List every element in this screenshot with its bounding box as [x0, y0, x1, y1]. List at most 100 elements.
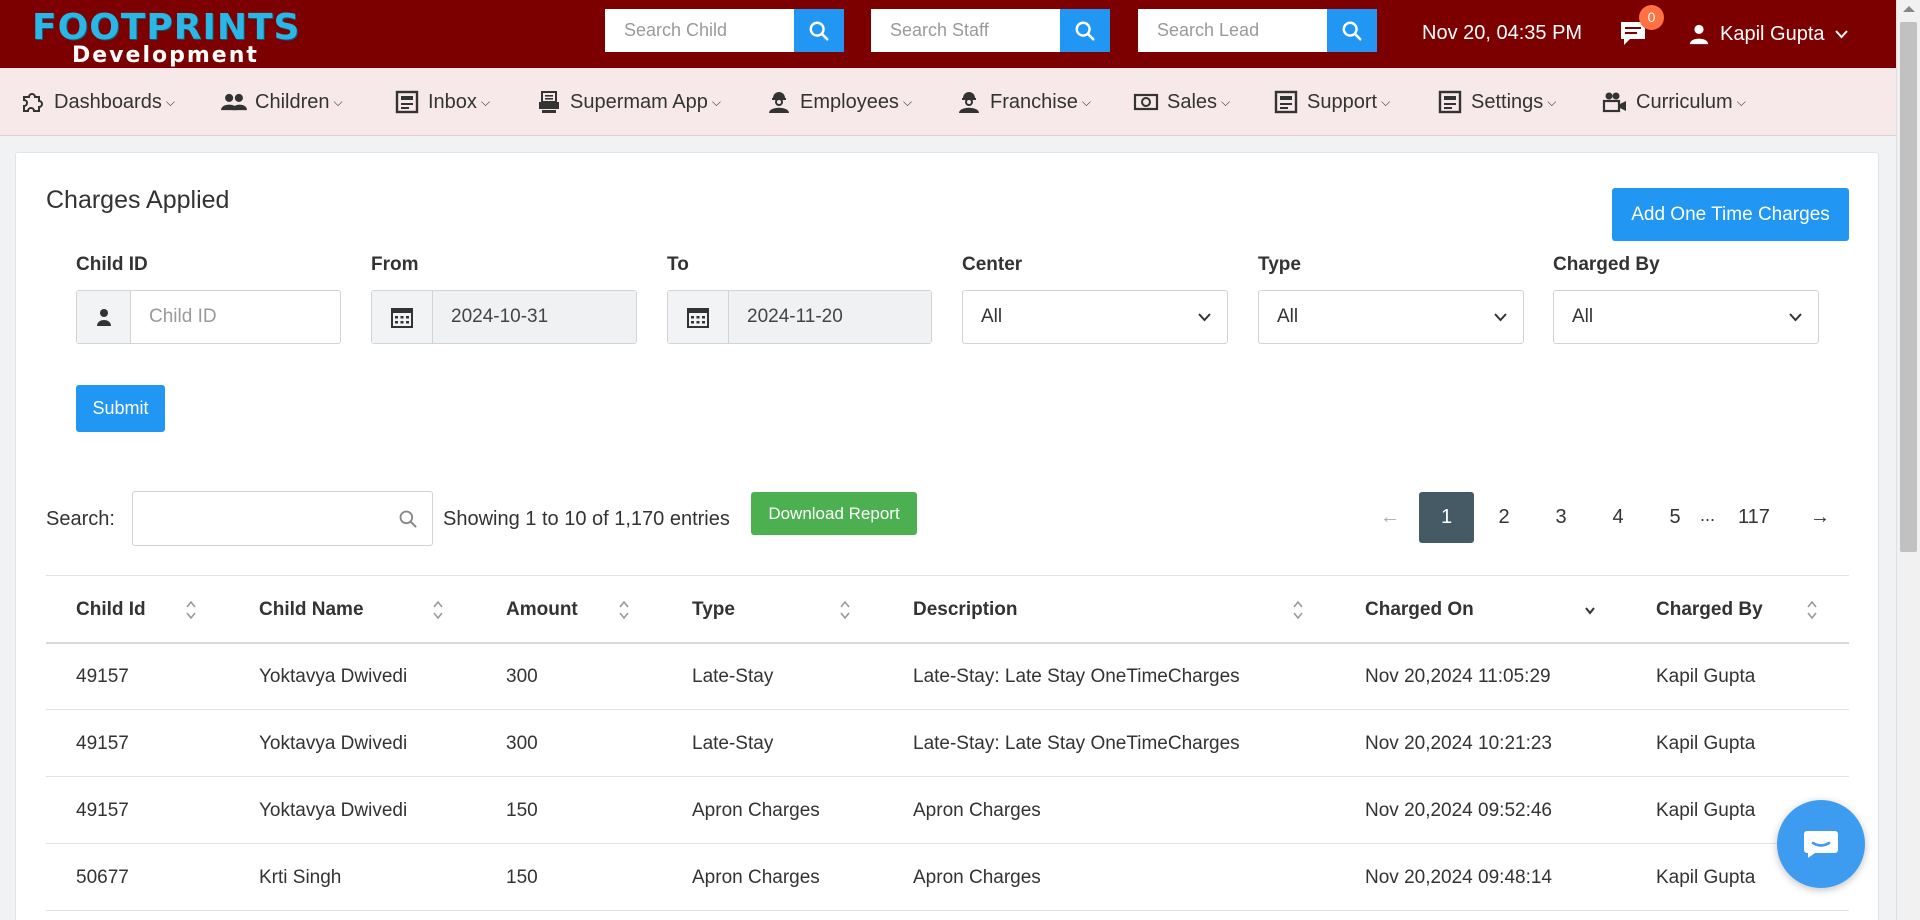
chevron-down-icon: ⌵ — [902, 94, 913, 109]
cell-charged-on: Nov 20,2024 10:21:23 — [1365, 733, 1552, 754]
scrollbar-thumb[interactable] — [1900, 22, 1917, 552]
search-lead-button[interactable] — [1327, 9, 1377, 52]
cell-charged-by: Kapil Gupta — [1656, 867, 1756, 888]
search-child-input[interactable] — [605, 9, 794, 52]
chevron-down-icon: ⌵ — [1081, 94, 1091, 109]
search-child-group — [605, 9, 844, 52]
pagination-page-3[interactable]: 3 — [1537, 492, 1585, 543]
pagination-page-1[interactable]: 1 — [1419, 492, 1474, 543]
nav-label: Inbox — [428, 90, 477, 113]
child-id-label: Child ID — [76, 254, 148, 275]
nav-item-settings[interactable]: Settings ⌵ — [1437, 88, 1556, 116]
charged-by-select[interactable]: All — [1553, 290, 1819, 344]
chevron-down-icon: ⌵ — [1381, 94, 1391, 109]
video-user-icon — [1602, 89, 1628, 115]
cell-amount: 150 — [506, 867, 538, 888]
sort-icon[interactable] — [618, 599, 630, 621]
form-icon — [394, 89, 420, 115]
nav-item-dashboards[interactable]: Dashboards ⌵ — [20, 88, 175, 116]
add-one-time-charges-button[interactable]: Add One Time Charges — [1612, 188, 1849, 241]
column-header-child-id[interactable]: Child Id — [76, 599, 146, 621]
sort-icon[interactable] — [1806, 599, 1818, 621]
center-select[interactable]: All — [962, 290, 1228, 344]
nav-item-inbox[interactable]: Inbox ⌵ — [394, 88, 490, 116]
cell-amount: 150 — [506, 800, 538, 821]
column-header-charged-by[interactable]: Charged By — [1656, 599, 1763, 621]
sort-icon[interactable] — [839, 599, 851, 621]
user-menu[interactable]: Kapil Gupta — [1688, 20, 1848, 48]
from-date-input[interactable] — [433, 291, 636, 343]
center-label: Center — [962, 254, 1023, 275]
type-select[interactable]: All — [1258, 290, 1524, 344]
sort-icon[interactable] — [1292, 599, 1304, 621]
scroll-up-arrow[interactable] — [1903, 6, 1915, 12]
child-id-input[interactable] — [131, 291, 340, 343]
chevron-down-icon: ⌵ — [1547, 94, 1557, 109]
search-icon — [1342, 21, 1362, 41]
column-header-amount[interactable]: Amount — [506, 599, 578, 621]
column-header-description[interactable]: Description — [913, 599, 1018, 621]
sort-icon[interactable] — [432, 599, 444, 621]
nav-label: Settings — [1471, 90, 1544, 113]
to-label: To — [667, 254, 689, 275]
nav-label: Children — [255, 90, 330, 113]
search-lead-input[interactable] — [1138, 9, 1327, 52]
nav-item-sales[interactable]: Sales ⌵ — [1133, 88, 1230, 116]
cell-type: Apron Charges — [692, 867, 820, 888]
search-child-button[interactable] — [794, 9, 844, 52]
charged-by-select-value: All — [1572, 306, 1594, 327]
top-header: FOOTPRINTS Development Nov 20, 04:35 PM … — [0, 0, 1920, 68]
child-id-field — [76, 290, 341, 344]
column-header-charged-on[interactable]: Charged On — [1365, 599, 1474, 621]
pagination-prev[interactable]: ← — [1370, 492, 1410, 543]
pagination-page-4[interactable]: 4 — [1594, 492, 1642, 543]
footprints-logo[interactable]: FOOTPRINTS Development — [32, 8, 302, 68]
to-date-field — [667, 290, 932, 344]
user-icon — [1689, 24, 1709, 45]
form-icon — [1437, 89, 1463, 115]
pagination-page-last[interactable]: 117 — [1728, 492, 1780, 543]
center-select-value: All — [981, 306, 1003, 327]
search-staff-input[interactable] — [871, 9, 1060, 52]
search-icon — [399, 510, 417, 528]
type-select-value: All — [1277, 306, 1299, 327]
nav-item-children[interactable]: Children ⌵ — [221, 88, 343, 116]
page-title: Charges Applied — [46, 186, 230, 214]
puzzle-icon — [20, 89, 46, 115]
chevron-down-icon: ⌵ — [711, 94, 721, 109]
table-search-input[interactable] — [133, 492, 373, 545]
submit-button[interactable]: Submit — [76, 385, 165, 432]
cell-charged-on: Nov 20,2024 09:48:14 — [1365, 867, 1552, 888]
table-search-label: Search: — [46, 508, 115, 530]
download-report-button[interactable]: Download Report — [751, 492, 917, 535]
cell-child-name: Yoktavya Dwivedi — [259, 666, 408, 687]
cell-type: Apron Charges — [692, 800, 820, 821]
column-header-child-name[interactable]: Child Name — [259, 599, 364, 621]
sort-desc-icon[interactable] — [1584, 599, 1596, 621]
nav-item-supermam-app[interactable]: Supermam App ⌵ — [536, 88, 721, 116]
column-header-type[interactable]: Type — [692, 599, 735, 621]
sort-icon[interactable] — [185, 599, 197, 621]
cell-child-id: 49157 — [76, 800, 129, 821]
nav-item-employees[interactable]: Employees ⌵ — [766, 88, 912, 116]
pagination-page-5[interactable]: 5 — [1651, 492, 1699, 543]
nav-item-curriculum[interactable]: Curriculum ⌵ — [1602, 88, 1746, 116]
cell-description: Apron Charges — [913, 867, 1041, 888]
pagination-page-2[interactable]: 2 — [1480, 492, 1528, 543]
chevron-down-icon — [1834, 29, 1848, 38]
nav-item-support[interactable]: Support ⌵ — [1273, 88, 1390, 116]
cell-charged-on: Nov 20,2024 09:52:46 — [1365, 800, 1552, 821]
chevron-down-icon — [1198, 312, 1211, 321]
vertical-scrollbar[interactable] — [1896, 0, 1920, 920]
current-datetime: Nov 20, 04:35 PM — [1422, 22, 1583, 44]
user-name: Kapil Gupta — [1720, 22, 1825, 45]
search-staff-button[interactable] — [1060, 9, 1110, 52]
nav-item-franchise[interactable]: Franchise ⌵ — [956, 88, 1091, 116]
live-chat-button[interactable] — [1777, 800, 1865, 888]
messages-button[interactable]: 0 — [1616, 5, 1664, 52]
chevron-down-icon: ⌵ — [1221, 94, 1231, 109]
to-date-input[interactable] — [729, 291, 931, 343]
money-icon — [1133, 89, 1159, 115]
cell-description: Late-Stay: Late Stay OneTimeCharges — [913, 666, 1240, 687]
pagination-next[interactable]: → — [1800, 492, 1840, 543]
